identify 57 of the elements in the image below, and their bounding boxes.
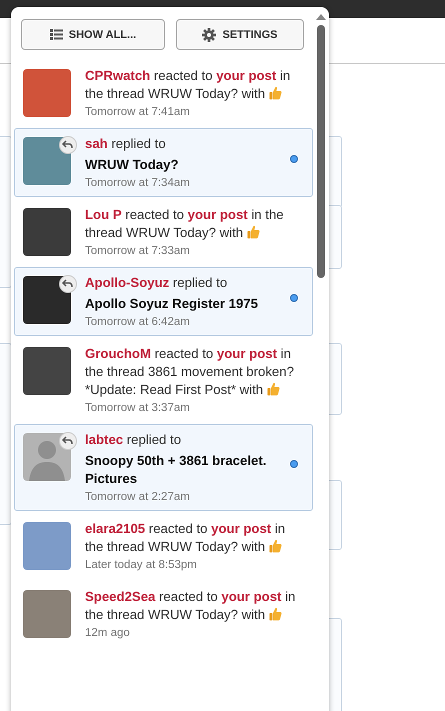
notification-text: Speed2Sea reacted to your post in the thread WRUW Today? with: [85, 588, 296, 624]
post-link[interactable]: your post: [211, 521, 272, 536]
user-link[interactable]: Speed2Sea: [85, 589, 156, 604]
post-link[interactable]: your post: [216, 346, 277, 361]
timestamp: Tomorrow at 2:27am: [85, 490, 191, 505]
unread-dot: [290, 294, 298, 302]
user-link[interactable]: GrouchoM: [85, 346, 151, 361]
scrollbar-thumb[interactable]: [317, 25, 325, 278]
timestamp: Tomorrow at 7:34am: [85, 176, 191, 191]
user-link[interactable]: sah: [85, 136, 108, 151]
user-link[interactable]: Lou P: [85, 207, 122, 222]
notification-text: Lou P reacted to your post in the thread WRUW Today? with: [85, 206, 285, 242]
thumbs-up-icon: [268, 86, 282, 100]
user-link[interactable]: elara2105: [85, 521, 146, 536]
scroll-up-icon[interactable]: [316, 13, 326, 20]
timestamp: Later today at 8:53pm: [85, 558, 198, 573]
post-link[interactable]: your post: [188, 207, 248, 222]
list-icon: [50, 29, 63, 40]
unread-dot: [290, 460, 298, 468]
avatar-photo: [23, 590, 71, 638]
notification-text: labtec replied to: [85, 431, 182, 449]
thread-title[interactable]: Apollo Soyuz Register 1975: [85, 295, 284, 313]
notification-text: GrouchoM reacted to your post in the thread 3861 movement broken? *Update: Read First Post* with: [85, 345, 295, 399]
settings-icon: [202, 28, 216, 42]
avatar-photo: [23, 69, 71, 117]
user-link[interactable]: Apollo-Soyuz: [85, 275, 170, 290]
show-all-button[interactable]: SHOW ALL...: [21, 19, 165, 50]
notification-card[interactable]: sah replied to WRUW Today? Tomorrow at 7:34am: [14, 128, 313, 197]
notification-card[interactable]: labtec replied to Snoopy 50th + 3861 bracelet. Pictures Tomorrow at 2:27am: [14, 424, 313, 511]
notification-text: sah replied to: [85, 135, 167, 153]
thumbs-up-icon: [246, 225, 260, 239]
settings-button[interactable]: SETTINGS: [176, 19, 304, 50]
timestamp: 12m ago: [85, 626, 131, 641]
timestamp: Tomorrow at 3:37am: [85, 401, 191, 416]
notification-text: CPRwatch reacted to your post in the thread WRUW Today? with: [85, 67, 292, 103]
thread-title[interactable]: WRUW Today?: [85, 156, 284, 174]
user-link[interactable]: labtec: [85, 432, 124, 447]
post-link[interactable]: your post: [221, 589, 282, 604]
notification-card[interactable]: Apollo-Soyuz replied to Apollo Soyuz Register 1975 Tomorrow at 6:42am: [14, 267, 313, 336]
avatar-photo: [23, 522, 71, 570]
avatar-photo: [23, 276, 71, 324]
avatar-photo: [23, 137, 71, 185]
avatar-photo: [23, 347, 71, 395]
unread-dot: [290, 154, 298, 162]
thumbs-up-icon: [268, 539, 282, 553]
notification-text: elara2105 reacted to your post in the thread WRUW Today? with: [85, 520, 286, 556]
thumbs-up-icon: [266, 382, 280, 396]
thread-title[interactable]: Snoopy 50th + 3861 bracelet. Pictures: [85, 452, 284, 488]
timestamp: Tomorrow at 7:33am: [85, 244, 191, 259]
avatar-photo: [23, 208, 71, 256]
timestamp: Tomorrow at 6:42am: [85, 315, 191, 330]
timestamp: Tomorrow at 7:41am: [85, 105, 191, 120]
user-link[interactable]: CPRwatch: [85, 68, 150, 83]
post-link[interactable]: your post: [216, 68, 276, 83]
avatar-silhouette: [23, 433, 71, 481]
thumbs-up-icon: [268, 607, 282, 621]
notification-text: Apollo-Soyuz replied to: [85, 274, 228, 292]
